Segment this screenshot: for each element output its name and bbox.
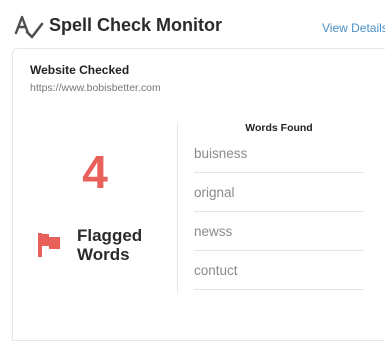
website-url: https://www.bobisbetter.com <box>30 82 161 94</box>
word-item: contuct <box>194 251 364 290</box>
widget-header: Spell Check Monitor View Details <box>0 0 385 48</box>
flag-icon <box>38 233 60 257</box>
view-details-link[interactable]: View Details <box>322 21 385 35</box>
words-found-heading: Words Found <box>245 122 313 134</box>
words-found-list: buisness orignal newss contuct <box>194 134 364 290</box>
column-divider <box>177 123 178 293</box>
word-item: orignal <box>194 173 364 212</box>
word-item: newss <box>194 212 364 251</box>
flagged-count: 4 <box>82 146 108 198</box>
word-item: buisness <box>194 134 364 173</box>
flagged-words-label: Flagged Words <box>77 226 143 264</box>
website-checked-label: Website Checked <box>30 63 130 77</box>
widget-title: Spell Check Monitor <box>49 15 223 35</box>
spell-check-icon <box>14 15 44 39</box>
